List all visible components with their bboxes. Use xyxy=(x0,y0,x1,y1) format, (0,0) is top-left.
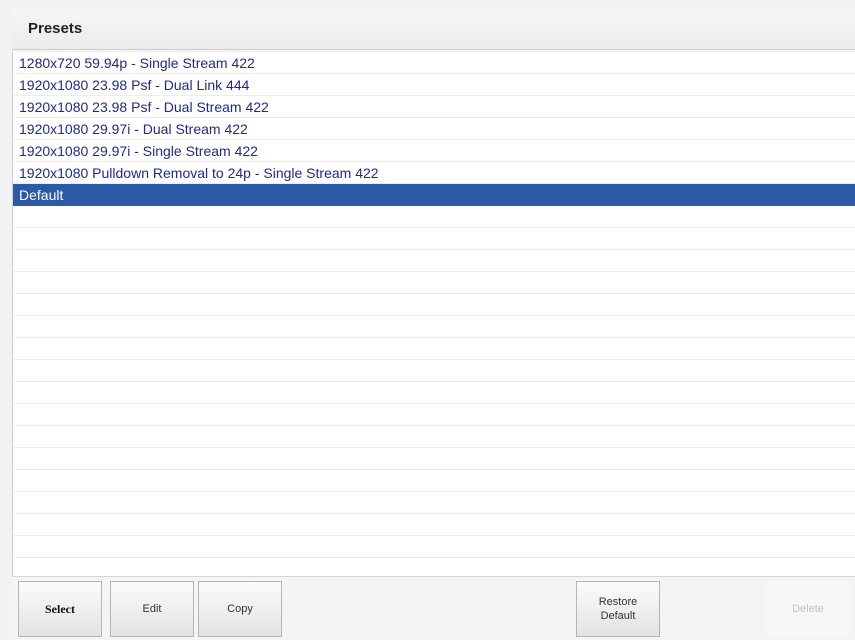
button-bar: Select Edit Copy Restore Default Delete xyxy=(12,576,855,640)
presets-header: Presets xyxy=(12,8,855,50)
restore-default-button-label: Restore Default xyxy=(598,596,638,622)
preset-item[interactable]: 1280x720 59.94p - Single Stream 422 xyxy=(13,52,855,74)
preset-item[interactable]: 1920x1080 23.98 Psf - Dual Stream 422 xyxy=(13,96,855,118)
select-button[interactable]: Select xyxy=(18,581,102,637)
preset-item[interactable]: 1920x1080 29.97i - Dual Stream 422 xyxy=(13,118,855,140)
restore-default-button[interactable]: Restore Default xyxy=(576,581,660,637)
select-button-label: Select xyxy=(45,602,75,616)
preset-item-selected[interactable]: Default xyxy=(13,184,855,206)
copy-button[interactable]: Copy xyxy=(198,581,282,637)
preset-item[interactable]: 1920x1080 Pulldown Removal to 24p - Sing… xyxy=(13,162,855,184)
presets-list[interactable]: 1280x720 59.94p - Single Stream 422 1920… xyxy=(12,52,855,576)
page-title: Presets xyxy=(28,20,83,37)
edit-button[interactable]: Edit xyxy=(110,581,194,637)
delete-button: Delete xyxy=(766,581,850,637)
preset-item[interactable]: 1920x1080 29.97i - Single Stream 422 xyxy=(13,140,855,162)
preset-item[interactable]: 1920x1080 23.98 Psf - Dual Link 444 xyxy=(13,74,855,96)
presets-window: Presets 1280x720 59.94p - Single Stream … xyxy=(0,0,855,640)
delete-button-label: Delete xyxy=(792,603,824,615)
copy-button-label: Copy xyxy=(227,603,253,615)
edit-button-label: Edit xyxy=(142,603,162,615)
